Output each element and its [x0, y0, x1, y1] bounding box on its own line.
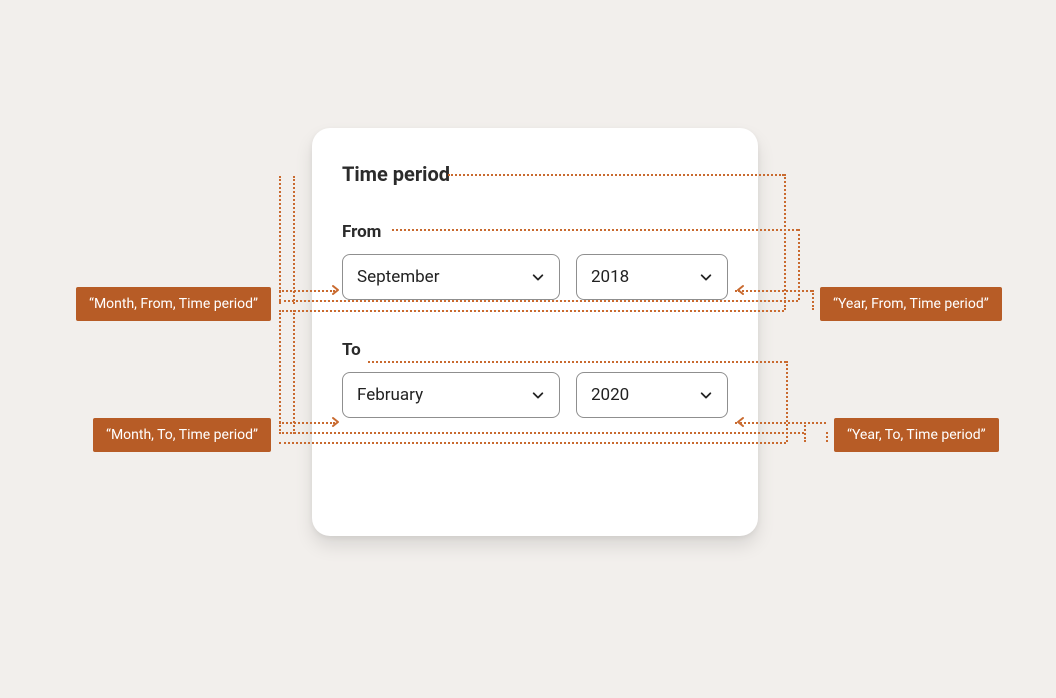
arrow-left-icon	[735, 284, 747, 296]
dash-line	[279, 290, 335, 292]
dash-line	[279, 442, 786, 444]
dash-line	[786, 361, 788, 442]
to-month-value: February	[357, 385, 423, 405]
chevron-down-icon	[531, 270, 545, 284]
arrow-right-icon	[329, 416, 341, 428]
to-year-select[interactable]: 2020	[576, 372, 728, 418]
dash-line	[279, 300, 798, 302]
chevron-down-icon	[531, 388, 545, 402]
arrow-right-icon	[329, 284, 341, 296]
annotation-year-to: “Year, To, Time period”	[834, 418, 999, 452]
annotation-year-from: “Year, From, Time period”	[820, 287, 1002, 321]
dash-line	[293, 310, 295, 434]
annotation-month-from: “Month, From, Time period”	[76, 287, 271, 321]
from-month-value: September	[357, 267, 439, 287]
to-month-select[interactable]: February	[342, 372, 560, 418]
to-row: February 2020	[342, 372, 728, 418]
dash-line	[392, 229, 798, 231]
dash-line	[279, 432, 804, 434]
dash-line	[293, 176, 295, 304]
from-month-select[interactable]: September	[342, 254, 560, 300]
dash-line	[804, 422, 806, 442]
from-year-select[interactable]: 2018	[576, 254, 728, 300]
dash-line	[735, 422, 826, 424]
dash-line	[279, 310, 784, 312]
time-period-card: Time period From September 2018 To Febru…	[312, 128, 758, 536]
annotation-month-to: “Month, To, Time period”	[93, 418, 271, 452]
to-year-value: 2020	[591, 385, 629, 405]
to-label: To	[342, 340, 728, 360]
arrow-left-icon	[735, 416, 747, 428]
chevron-down-icon	[699, 388, 713, 402]
to-group: To February 2020	[342, 340, 728, 418]
dash-line	[279, 176, 281, 304]
from-row: September 2018	[342, 254, 728, 300]
chevron-down-icon	[699, 270, 713, 284]
from-label: From	[342, 222, 728, 242]
dash-line	[368, 361, 786, 363]
dash-line	[826, 432, 828, 442]
dash-line	[812, 290, 814, 310]
dash-line	[448, 174, 784, 176]
from-group: From September 2018	[342, 222, 728, 300]
from-year-value: 2018	[591, 267, 629, 287]
dash-line	[279, 422, 335, 424]
dash-line	[279, 310, 281, 434]
diagram-stage: Time period From September 2018 To Febru…	[0, 0, 1056, 698]
